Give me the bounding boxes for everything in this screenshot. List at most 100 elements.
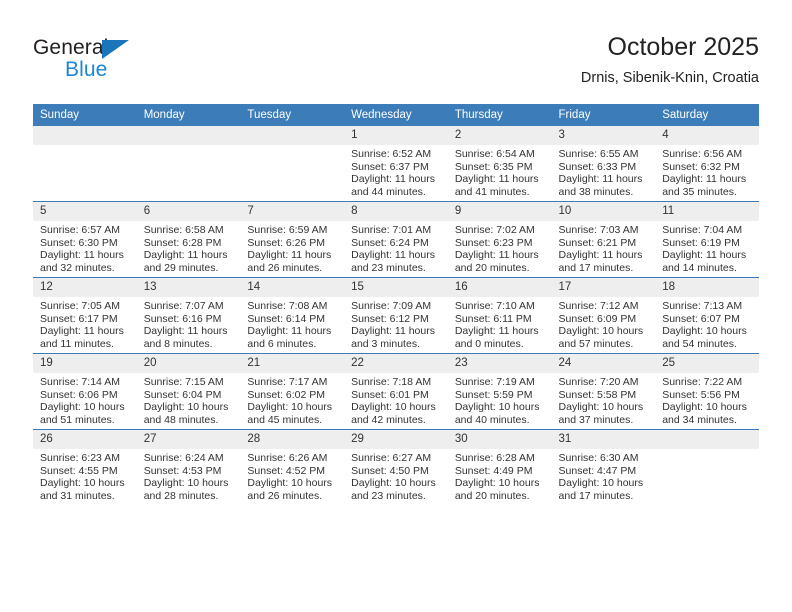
- calendar-day-cell[interactable]: 29 Sunrise: 6:27 AM Sunset: 4:50 PM Dayligh…: [344, 429, 448, 505]
- sunset-text: Sunset: 6:35 PM: [454, 160, 533, 173]
- day-details: Sunrise: 6:23 AM Sunset: 4:55 PM Daylight:…: [33, 449, 137, 502]
- generalblue-logo[interactable]: General Blue: [33, 36, 213, 88]
- weekday-header-monday: Monday: [136, 104, 241, 126]
- sunrise-text: Sunrise: 6:26 AM: [247, 452, 328, 464]
- calendar-day-cell[interactable]: 14 Sunrise: 7:08 AM Sunset: 6:14 PM Dayligh…: [240, 277, 345, 354]
- sunset-text: Sunset: 5:58 PM: [558, 388, 637, 401]
- sunrise-text: Sunrise: 6:52 AM: [351, 148, 432, 160]
- title-block: October 2025 Drnis, Sibenik-Knin, Croati…: [581, 32, 759, 88]
- day-details: Sunrise: 7:12 AM Sunset: 6:09 PM Daylight:…: [552, 297, 656, 350]
- sunset-text: Sunset: 6:19 PM: [662, 236, 740, 249]
- daylight-text: Daylight: 11 hours and 23 minutes.: [351, 249, 435, 274]
- sunrise-text: Sunrise: 7:22 AM: [662, 376, 743, 388]
- day-details: Sunrise: 7:15 AM Sunset: 6:04 PM Daylight:…: [137, 373, 241, 426]
- daylight-text: Daylight: 11 hours and 20 minutes.: [454, 249, 539, 274]
- day-number: 22: [344, 354, 448, 373]
- calendar-day-cell[interactable]: 7 Sunrise: 6:59 AM Sunset: 6:26 PM Daylight…: [240, 201, 345, 278]
- calendar-day-cell[interactable]: 5 Sunrise: 6:57 AM Sunset: 6:30 PM Daylight…: [33, 201, 137, 278]
- daylight-text: Daylight: 11 hours and 38 minutes.: [558, 173, 643, 198]
- sunrise-text: Sunrise: 7:12 AM: [558, 300, 639, 312]
- calendar-day-cell[interactable]: 4 Sunrise: 6:56 AM Sunset: 6:32 PM Daylight…: [655, 126, 759, 202]
- weekday-header-tuesday: Tuesday: [240, 104, 345, 126]
- daylight-text: Daylight: 11 hours and 44 minutes.: [351, 173, 435, 198]
- calendar-day-cell[interactable]: 13 Sunrise: 7:07 AM Sunset: 6:16 PM Dayligh…: [136, 277, 241, 354]
- day-number: 4: [655, 126, 759, 145]
- sunset-text: Sunset: 4:53 PM: [143, 464, 222, 477]
- daylight-text: Daylight: 10 hours and 17 minutes.: [558, 477, 644, 502]
- calendar-day-cell[interactable]: 10 Sunrise: 7:03 AM Sunset: 6:21 PM Dayligh…: [551, 201, 656, 278]
- calendar-day-cell[interactable]: 8 Sunrise: 7:01 AM Sunset: 6:24 PM Daylight…: [344, 201, 448, 278]
- sunrise-text: Sunrise: 7:19 AM: [454, 376, 535, 388]
- calendar-day-cell[interactable]: 23 Sunrise: 7:19 AM Sunset: 5:59 PM Dayligh…: [447, 353, 552, 430]
- day-details: Sunrise: 7:14 AM Sunset: 6:06 PM Daylight:…: [33, 373, 137, 426]
- weekday-header-friday: Friday: [551, 104, 656, 126]
- sunset-text: Sunset: 6:14 PM: [247, 312, 326, 325]
- day-number: 3: [551, 126, 656, 145]
- sunset-text: Sunset: 4:47 PM: [558, 464, 637, 477]
- daylight-text: Daylight: 10 hours and 54 minutes.: [662, 325, 747, 350]
- calendar-day-cell[interactable]: 31 Sunrise: 6:30 AM Sunset: 4:47 PM Dayligh…: [551, 429, 656, 505]
- day-number: 12: [33, 278, 137, 297]
- calendar-day-cell[interactable]: 17 Sunrise: 7:12 AM Sunset: 6:09 PM Dayligh…: [551, 277, 656, 354]
- sunset-text: Sunset: 4:52 PM: [247, 464, 326, 477]
- sunrise-text: Sunrise: 7:03 AM: [558, 224, 639, 236]
- sunset-text: Sunset: 5:56 PM: [662, 388, 740, 401]
- daylight-text: Daylight: 10 hours and 23 minutes.: [351, 477, 436, 502]
- weekday-header-sunday: Sunday: [33, 104, 137, 126]
- calendar-week-row: 19 Sunrise: 7:14 AM Sunset: 6:06 PM Dayligh…: [33, 353, 759, 430]
- calendar-day-cell[interactable]: 3 Sunrise: 6:55 AM Sunset: 6:33 PM Daylight…: [551, 126, 656, 202]
- sunset-text: Sunset: 5:59 PM: [454, 388, 533, 401]
- calendar-header-row: Sunday Monday Tuesday Wednesday Thursday…: [33, 104, 759, 126]
- calendar-day-cell[interactable]: 12 Sunrise: 7:05 AM Sunset: 6:17 PM Dayligh…: [33, 277, 137, 354]
- sunset-text: Sunset: 4:55 PM: [40, 464, 118, 477]
- calendar-day-cell-empty: [33, 126, 137, 202]
- day-details: Sunrise: 7:02 AM Sunset: 6:23 PM Daylight:…: [448, 221, 552, 274]
- calendar-day-cell[interactable]: 18 Sunrise: 7:13 AM Sunset: 6:07 PM Dayligh…: [655, 277, 759, 354]
- daylight-text: Daylight: 10 hours and 40 minutes.: [454, 401, 540, 426]
- calendar-week-row: 5 Sunrise: 6:57 AM Sunset: 6:30 PM Daylight…: [33, 201, 759, 278]
- daylight-text: Daylight: 10 hours and 57 minutes.: [558, 325, 644, 350]
- sunset-text: Sunset: 6:06 PM: [40, 388, 118, 401]
- calendar-day-cell[interactable]: 27 Sunrise: 6:24 AM Sunset: 4:53 PM Dayligh…: [136, 429, 241, 505]
- day-details: Sunrise: 7:08 AM Sunset: 6:14 PM Daylight:…: [240, 297, 344, 350]
- sunset-text: Sunset: 6:37 PM: [351, 160, 429, 173]
- day-details: Sunrise: 6:28 AM Sunset: 4:49 PM Daylight:…: [448, 449, 552, 502]
- day-details: Sunrise: 7:07 AM Sunset: 6:16 PM Daylight:…: [137, 297, 241, 350]
- daylight-text: Daylight: 10 hours and 31 minutes.: [40, 477, 125, 502]
- sunset-text: Sunset: 6:01 PM: [351, 388, 429, 401]
- day-number: 8: [344, 202, 448, 221]
- day-number: 31: [551, 430, 656, 449]
- calendar-day-cell[interactable]: 24 Sunrise: 7:20 AM Sunset: 5:58 PM Dayligh…: [551, 353, 656, 430]
- calendar-day-cell[interactable]: 1 Sunrise: 6:52 AM Sunset: 6:37 PM Daylight…: [344, 126, 448, 202]
- day-details: Sunrise: 7:18 AM Sunset: 6:01 PM Daylight:…: [344, 373, 448, 426]
- calendar-day-cell[interactable]: 21 Sunrise: 7:17 AM Sunset: 6:02 PM Dayligh…: [240, 353, 345, 430]
- calendar-day-cell[interactable]: 22 Sunrise: 7:18 AM Sunset: 6:01 PM Dayligh…: [344, 353, 448, 430]
- daylight-text: Daylight: 11 hours and 35 minutes.: [662, 173, 747, 198]
- sunset-text: Sunset: 6:30 PM: [40, 236, 118, 249]
- day-details: Sunrise: 7:09 AM Sunset: 6:12 PM Daylight:…: [344, 297, 448, 350]
- calendar-day-cell-empty: [240, 126, 345, 202]
- calendar-day-cell[interactable]: 26 Sunrise: 6:23 AM Sunset: 4:55 PM Dayligh…: [33, 429, 137, 505]
- calendar-day-cell[interactable]: 19 Sunrise: 7:14 AM Sunset: 6:06 PM Dayligh…: [33, 353, 137, 430]
- day-number: 1: [344, 126, 448, 145]
- calendar-day-cell[interactable]: 2 Sunrise: 6:54 AM Sunset: 6:35 PM Daylight…: [447, 126, 552, 202]
- calendar-day-cell[interactable]: 28 Sunrise: 6:26 AM Sunset: 4:52 PM Dayligh…: [240, 429, 345, 505]
- sunrise-text: Sunrise: 7:04 AM: [662, 224, 743, 236]
- calendar-day-cell[interactable]: 15 Sunrise: 7:09 AM Sunset: 6:12 PM Dayligh…: [344, 277, 448, 354]
- sunrise-text: Sunrise: 7:17 AM: [247, 376, 328, 388]
- day-number: 7: [240, 202, 345, 221]
- calendar-day-cell[interactable]: 16 Sunrise: 7:10 AM Sunset: 6:11 PM Dayligh…: [447, 277, 552, 354]
- calendar-day-cell[interactable]: 9 Sunrise: 7:02 AM Sunset: 6:23 PM Daylight…: [447, 201, 552, 278]
- sunrise-text: Sunrise: 7:20 AM: [558, 376, 639, 388]
- daylight-text: Daylight: 10 hours and 51 minutes.: [40, 401, 125, 426]
- calendar-day-cell[interactable]: 6 Sunrise: 6:58 AM Sunset: 6:28 PM Daylight…: [136, 201, 241, 278]
- calendar-day-cell[interactable]: 30 Sunrise: 6:28 AM Sunset: 4:49 PM Dayligh…: [447, 429, 552, 505]
- calendar-day-cell[interactable]: 11 Sunrise: 7:04 AM Sunset: 6:19 PM Dayligh…: [655, 201, 759, 278]
- sunset-text: Sunset: 6:04 PM: [143, 388, 222, 401]
- sunrise-text: Sunrise: 6:55 AM: [558, 148, 639, 160]
- day-details: Sunrise: 7:03 AM Sunset: 6:21 PM Daylight:…: [552, 221, 656, 274]
- calendar-day-cell[interactable]: 20 Sunrise: 7:15 AM Sunset: 6:04 PM Dayligh…: [136, 353, 241, 430]
- page-title: October 2025: [607, 33, 760, 61]
- calendar-day-cell[interactable]: 25 Sunrise: 7:22 AM Sunset: 5:56 PM Dayligh…: [655, 353, 759, 430]
- sunrise-text: Sunrise: 6:30 AM: [558, 452, 639, 464]
